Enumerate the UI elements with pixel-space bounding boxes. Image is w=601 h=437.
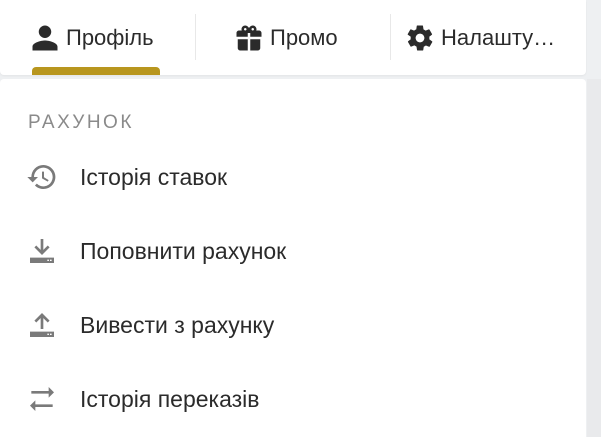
menu-item-label: Поповнити рахунок	[80, 237, 287, 264]
active-tab-indicator	[32, 67, 160, 75]
menu-item-label: Історія ставок	[80, 163, 228, 190]
tab-promo-label: Промо	[270, 24, 338, 50]
gift-icon	[234, 23, 264, 53]
tab-promo[interactable]: Промо	[234, 0, 338, 75]
gear-icon	[405, 23, 435, 53]
tab-divider	[390, 14, 391, 60]
tab-profile-label: Профіль	[66, 24, 154, 50]
menu-item-deposit[interactable]: Поповнити рахунок	[0, 221, 586, 281]
upload-icon	[26, 309, 58, 341]
tab-profile[interactable]: Профіль	[30, 0, 154, 75]
transfer-arrows-icon	[26, 383, 58, 415]
tab-settings-label: Налашту…	[441, 24, 556, 50]
menu-item-withdraw[interactable]: Вивести з рахунку	[0, 295, 586, 355]
scrollbar[interactable]	[587, 79, 601, 437]
section-title: РАХУНОК	[28, 112, 134, 133]
tab-settings[interactable]: Налашту…	[405, 0, 555, 75]
menu-item-transfer-history[interactable]: Історія переказів	[0, 369, 586, 429]
user-icon	[30, 23, 60, 53]
tab-divider	[195, 14, 196, 60]
menu-item-bet-history[interactable]: Історія ставок	[0, 147, 586, 207]
tab-bar: Профіль Промо Налашту…	[0, 0, 586, 75]
menu-item-label: Вивести з рахунку	[80, 311, 275, 338]
menu-item-label: Історія переказів	[80, 385, 260, 412]
history-icon	[26, 161, 58, 193]
download-icon	[26, 235, 58, 267]
